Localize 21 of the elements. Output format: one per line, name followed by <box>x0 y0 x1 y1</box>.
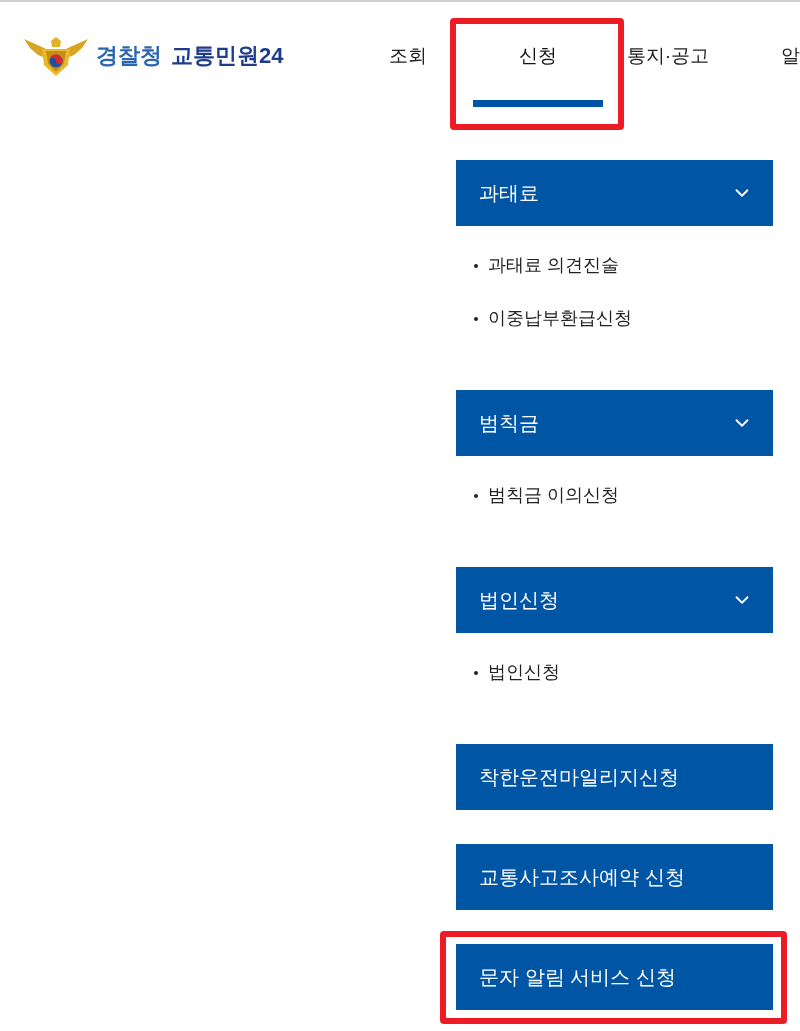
bullet-icon <box>474 263 478 268</box>
menu-group-header[interactable]: 범칙금 <box>456 390 773 456</box>
nav-tab[interactable]: 신청 <box>519 41 557 71</box>
agency-name: 경찰청 <box>96 45 162 67</box>
nav-tab[interactable]: 통지·공고 <box>626 41 710 71</box>
bullet-icon <box>474 670 478 675</box>
bullet-icon <box>474 316 478 321</box>
bullet-icon <box>474 493 478 498</box>
menu-link-button[interactable]: 교통사고조사예약 신청 <box>456 844 773 910</box>
submenu-link[interactable]: 과태료 의견진술 <box>488 252 619 279</box>
submenu-link[interactable]: 이중납부환급신청 <box>488 305 632 332</box>
submenu-link[interactable]: 법인신청 <box>488 659 560 686</box>
menu-link-button[interactable]: 착한운전마일리지신청 <box>456 744 773 810</box>
nav-tab[interactable]: 조회 <box>389 41 427 71</box>
menu-link-button[interactable]: 문자 알림 서비스 신청 <box>456 944 773 1010</box>
nav-tab[interactable]: 알 <box>781 41 800 71</box>
service-name: 교통민원24 <box>171 45 284 67</box>
menu-group-header[interactable]: 과태료 <box>456 160 773 226</box>
eagle-emblem-icon <box>24 36 88 76</box>
menu-group-header[interactable]: 법인신청 <box>456 567 773 633</box>
submenu-link[interactable]: 범칙금 이의신청 <box>488 482 619 509</box>
